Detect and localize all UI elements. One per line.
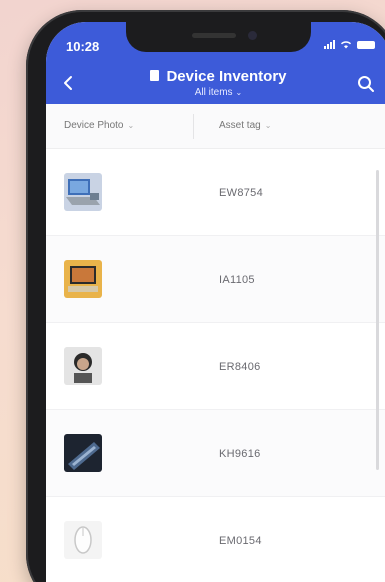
asset-tag: EW8754: [219, 187, 263, 199]
device-photo-mouse[interactable]: [64, 521, 102, 559]
chevron-down-icon: ⌄: [264, 121, 272, 130]
device-photo-laptop[interactable]: [64, 173, 102, 211]
notch: [126, 22, 311, 52]
asset-tag: IA1105: [219, 274, 255, 286]
column-header-asset-tag[interactable]: Asset tag ⌄: [219, 120, 271, 131]
wifi-icon: [340, 41, 352, 49]
signal-icon: [324, 40, 335, 49]
view-selector-label: All items: [194, 87, 233, 98]
table-row[interactable]: EM0154: [46, 497, 385, 582]
asset-tag: ER8406: [219, 361, 261, 373]
scrollbar[interactable]: [376, 170, 379, 470]
device-photo-tablet[interactable]: [64, 260, 102, 298]
device-list: EW8754 IA1105 ER8406 KH9616 EM0154: [46, 149, 385, 582]
chevron-down-icon: ⌄: [235, 88, 243, 97]
status-time: 10:28: [66, 39, 100, 54]
phone-screen: 10:28 Device Inventory All items ⌄ Devic…: [46, 22, 385, 582]
column-header-photo-label: Device Photo: [64, 120, 124, 131]
device-photo-headphones[interactable]: [64, 347, 102, 385]
table-row[interactable]: KH9616: [46, 410, 385, 497]
table-row[interactable]: IA1105: [46, 236, 385, 323]
page-title-text: Device Inventory: [166, 68, 287, 85]
column-header-photo[interactable]: Device Photo ⌄: [64, 120, 134, 131]
table-row[interactable]: ER8406: [46, 323, 385, 410]
table-row[interactable]: EW8754: [46, 149, 385, 236]
search-icon[interactable]: [357, 75, 375, 93]
page-title[interactable]: Device Inventory: [46, 68, 385, 85]
camera: [248, 31, 257, 40]
status-icons: [324, 40, 375, 49]
column-divider: [193, 114, 194, 139]
column-headers: Device Photo ⌄ Asset tag ⌄: [46, 104, 385, 149]
asset-tag: KH9616: [219, 448, 261, 460]
asset-tag: EM0154: [219, 535, 262, 547]
battery-icon: [357, 40, 375, 49]
chevron-down-icon: ⌄: [127, 121, 135, 130]
device-photo-keyboard[interactable]: [64, 434, 102, 472]
column-header-asset-tag-label: Asset tag: [219, 120, 261, 131]
view-selector[interactable]: All items ⌄: [46, 87, 385, 98]
clipboard-icon: [150, 70, 160, 81]
speaker: [192, 33, 236, 38]
